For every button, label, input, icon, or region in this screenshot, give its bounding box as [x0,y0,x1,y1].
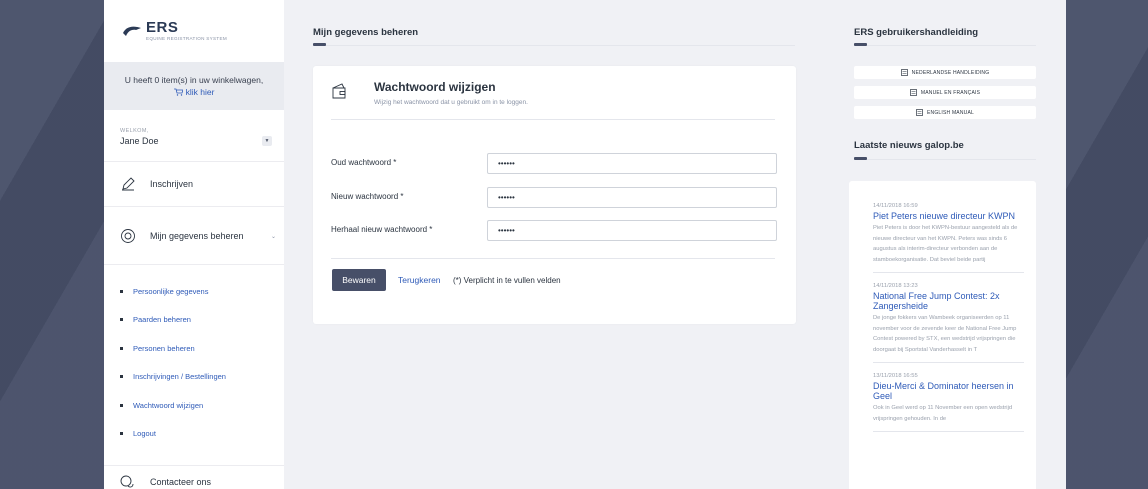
manual-label: NEDERLANDSE HANDLEIDING [911,69,990,76]
logo[interactable]: ERS EQUINE REGISTRATION SYSTEM [104,0,284,62]
save-button[interactable]: Bewaren [332,269,386,291]
lifebuoy-icon [121,228,135,243]
manual-divider [854,45,1036,46]
card-divider [331,119,775,120]
old-password-input[interactable] [487,153,777,174]
manual-button-nl[interactable]: NEDERLANDSE HANDLEIDING [854,66,1036,79]
manual-label: ENGLISH MANUAL [927,109,974,116]
background-right [1066,0,1148,489]
field-old-password: Oud wachtwoord * [331,153,777,174]
field-label: Nieuw wachtwoord * [331,192,404,201]
bullet-icon [120,432,123,436]
manual-title: ERS gebruikershandleiding [854,27,979,38]
welcome-label: WELKOM, [120,128,149,134]
news-title-link[interactable]: Piet Peters nieuwe directeur KWPN [873,211,1024,221]
main-content: Mijn gegevens beheren Wachtwoord wijzige… [284,0,824,489]
news-card: 14/11/2018 16:59 Piet Peters nieuwe dire… [849,181,1036,489]
card-divider [331,258,775,259]
bullet-icon [120,375,123,379]
nav-item-label: Mijn gegevens beheren [150,230,244,241]
news-title-link[interactable]: National Free Jump Contest: 2x Zangershe… [873,291,1024,311]
repeat-password-input[interactable] [487,220,777,241]
new-password-input[interactable] [487,187,777,208]
subnav-label: Logout [133,429,156,439]
field-label: Oud wachtwoord * [331,158,397,167]
section-accent [313,43,326,46]
news-divider [854,159,1036,160]
back-link[interactable]: Terugkeren [398,275,441,285]
cart-icon [173,88,183,96]
news-date: 14/11/2018 13:23 [873,283,918,289]
cart-text: U heeft 0 item(s) in uw winkelwagen, [124,75,264,85]
bullet-icon [120,346,123,350]
cart-summary: U heeft 0 item(s) in uw winkelwagen, kli… [104,62,284,110]
pencil-icon [122,177,135,191]
news-body: Piet Peters is door het KWPN-bestuur aan… [873,225,1018,263]
manual-button-en[interactable]: ENGLISH MANUAL [854,106,1036,119]
subnav-label: Wachtwoord wijzigen [133,400,204,410]
required-note: (*) Verplicht in te vullen velden [453,276,561,285]
field-new-password: Nieuw wachtwoord * [331,187,777,208]
user-panel: WELKOM, Jane Doe ▼ [104,110,284,162]
news-body: De jonge fokkers van Wambeek organiseerd… [873,315,1017,353]
news-date: 14/11/2018 16:59 [873,203,918,209]
document-icon [910,89,917,96]
manual-label: MANUEL EN FRANÇAIS [920,89,981,96]
news-accent [854,157,867,160]
background-left [0,0,104,489]
cart-link[interactable]: klik hier [173,87,215,97]
chevron-down-icon: ⌄ [270,234,276,240]
wallet-icon [332,83,346,99]
card-subtitle: Wijzig het wachtwoord dat u gebruikt om … [374,99,528,106]
nav-item-contact[interactable]: Contacteer ons [104,465,284,489]
news-title-link[interactable]: Dieu-Merci & Dominator heersen in Geel [873,381,1024,401]
document-icon [916,109,923,116]
news-item: 13/11/2018 16:55 Dieu-Merci & Dominator … [873,373,1024,432]
subnav-item[interactable]: Logout [104,420,284,449]
password-card: Wachtwoord wijzigen Wijzig het wachtwoor… [313,66,796,324]
horse-logo-icon [123,26,141,36]
news-item: 14/11/2018 13:23 National Free Jump Cont… [873,283,1024,363]
section-divider [313,45,795,46]
nav-item-register[interactable]: Inschrijven [104,162,284,207]
news-date: 13/11/2018 16:55 [873,373,918,379]
news-item: 14/11/2018 16:59 Piet Peters nieuwe dire… [873,203,1024,273]
subnav: Persoonlijke gegevens Paarden beheren Pe… [104,265,284,454]
field-label: Herhaal nieuw wachtwoord * [331,225,433,234]
subnav-item[interactable]: Inschrijvingen / Bestellingen [104,363,284,392]
news-title: Laatste nieuws galop.be [854,140,964,151]
subnav-item[interactable]: Wachtwoord wijzigen [104,391,284,420]
cart-link-label: klik hier [185,87,215,97]
brand-name: ERS [146,19,179,36]
document-icon [900,69,908,76]
nav-item-label: Contacteer ons [150,476,212,487]
user-menu-toggle[interactable]: ▼ [262,136,272,146]
subnav-item[interactable]: Personen beheren [104,334,284,363]
sidebar: ERS EQUINE REGISTRATION SYSTEM U heeft 0… [104,0,284,489]
nav-item-label: Inschrijven [150,179,194,189]
manual-accent [854,43,867,46]
bullet-icon [120,403,123,407]
subnav-label: Persoonlijke gegevens [133,286,209,296]
manual-button-fr[interactable]: MANUEL EN FRANÇAIS [854,86,1036,99]
news-body: Ook in Geel werd op 11 November een open… [873,405,1013,422]
subnav-label: Paarden beheren [133,315,191,325]
subnav-label: Personen beheren [133,343,195,353]
nav-item-my-data[interactable]: Mijn gegevens beheren ⌄ [104,207,284,265]
chat-bubbles-icon [120,475,134,487]
bullet-icon [120,318,123,322]
subnav-label: Inschrijvingen / Bestellingen [133,372,226,382]
card-title: Wachtwoord wijzigen [374,80,496,94]
field-repeat-password: Herhaal nieuw wachtwoord * [331,220,777,241]
right-column: ERS gebruikershandleiding NEDERLANDSE HA… [840,0,1040,489]
subnav-item[interactable]: Paarden beheren [104,306,284,335]
subnav-item[interactable]: Persoonlijke gegevens [104,277,284,306]
bullet-icon [120,289,123,293]
brand-subtitle: EQUINE REGISTRATION SYSTEM [146,36,227,41]
section-title: Mijn gegevens beheren [313,27,419,38]
user-name: Jane Doe [120,136,159,146]
